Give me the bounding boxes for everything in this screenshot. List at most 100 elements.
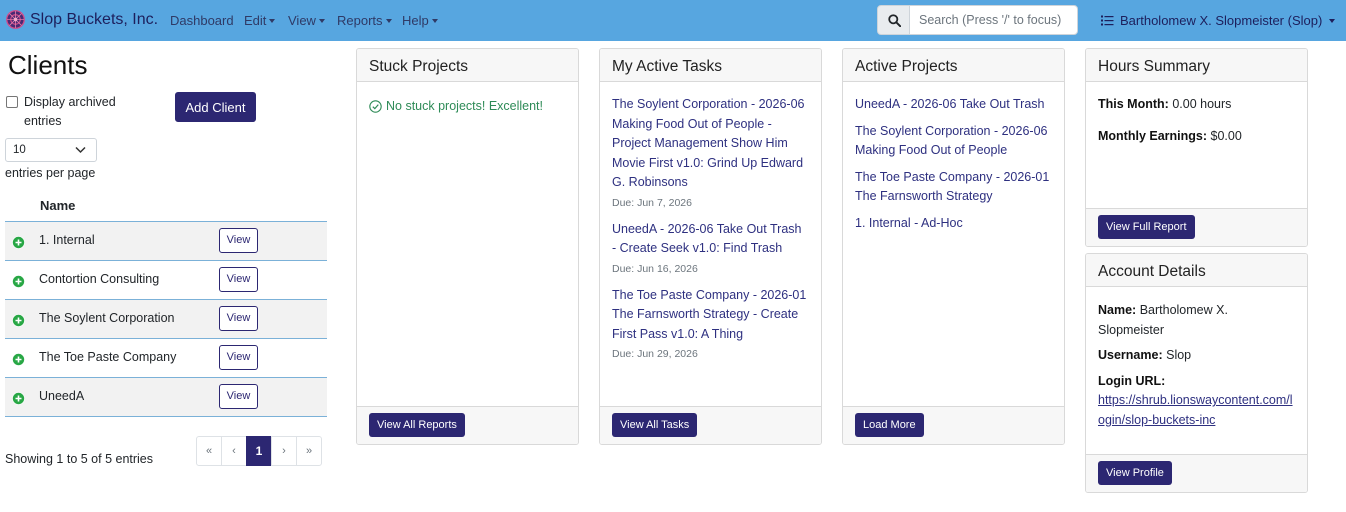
- chevron-down-icon: [75, 146, 86, 154]
- plus-circle-icon[interactable]: [12, 314, 25, 327]
- card-header: My Active Tasks: [600, 49, 821, 82]
- stuck-projects-card: Stuck Projects No stuck projects! Excell…: [356, 48, 579, 445]
- earnings-value: $0.00: [1210, 128, 1242, 143]
- page-current-button[interactable]: 1: [246, 436, 272, 466]
- check-circle-icon: [369, 99, 382, 113]
- brand-logo-icon: [6, 10, 25, 29]
- nav-reports-label: Reports: [337, 13, 383, 28]
- client-name: The Soylent Corporation: [39, 311, 175, 325]
- nav-help-menu[interactable]: Help: [402, 13, 438, 28]
- account-login-url: Login URL: https://shrub.lionswaycontent…: [1098, 372, 1295, 431]
- card-footer: Load More: [843, 406, 1064, 444]
- card-footer: View All Tasks: [600, 406, 821, 444]
- plus-circle-icon[interactable]: [12, 236, 25, 249]
- project-link[interactable]: The Toe Paste Company - 2026-01 The Farn…: [855, 168, 1052, 207]
- account-details-card: Account Details Name: Bartholomew X. Slo…: [1085, 253, 1308, 493]
- add-client-button[interactable]: Add Client: [175, 92, 256, 122]
- view-profile-button[interactable]: View Profile: [1098, 461, 1172, 485]
- user-menu[interactable]: Bartholomew X. Slopmeister (Slop): [1101, 13, 1336, 28]
- nav-edit-menu[interactable]: Edit: [244, 13, 276, 28]
- plus-circle-icon[interactable]: [12, 275, 25, 288]
- card-title: Hours Summary: [1098, 58, 1210, 75]
- task-due-date: Due: Jun 7, 2026: [612, 196, 692, 209]
- card-header: Hours Summary: [1086, 49, 1307, 82]
- table-row: The Toe Paste Company View: [5, 338, 327, 377]
- archived-label[interactable]: Display archived entries: [24, 93, 134, 131]
- this-month-hours: This Month: 0.00 hours: [1098, 95, 1295, 115]
- list-icon: [1101, 15, 1114, 26]
- nav-dashboard[interactable]: Dashboard: [170, 13, 234, 28]
- nav-view-menu[interactable]: View: [288, 13, 325, 28]
- caret-down-icon: [431, 19, 438, 23]
- name-label: Name:: [1098, 303, 1137, 317]
- username-value: Slop: [1166, 348, 1192, 362]
- task-item: The Soylent Corporation - 2026-06 Making…: [612, 95, 809, 209]
- search-button[interactable]: [877, 5, 910, 35]
- card-title: My Active Tasks: [612, 58, 722, 75]
- project-link[interactable]: UneedA - 2026-06 Take Out Trash: [855, 95, 1052, 115]
- entries-per-page-label: entries per page: [5, 166, 96, 180]
- table-row: Contortion Consulting View: [5, 260, 327, 299]
- client-name: UneedA: [39, 389, 85, 403]
- view-client-button[interactable]: View: [219, 345, 258, 370]
- task-link[interactable]: The Toe Paste Company - 2026-01 The Farn…: [612, 286, 809, 345]
- account-username: Username: Slop: [1098, 346, 1295, 366]
- clients-title: Clients: [8, 50, 88, 80]
- search-input[interactable]: [909, 5, 1078, 35]
- user-name: Bartholomew X. Slopmeister (Slop): [1120, 13, 1323, 28]
- card-title: Stuck Projects: [369, 58, 469, 75]
- nav-help-label: Help: [402, 13, 429, 28]
- search-group: [877, 5, 1078, 35]
- card-header: Stuck Projects: [357, 49, 578, 82]
- project-link[interactable]: 1. Internal - Ad-Hoc: [855, 214, 1052, 234]
- entries-per-page-select[interactable]: 10: [5, 138, 97, 162]
- page-first-button[interactable]: «: [196, 436, 222, 466]
- client-name: 1. Internal: [39, 233, 95, 247]
- task-due-date: Due: Jun 16, 2026: [612, 262, 698, 275]
- client-name: Contortion Consulting: [39, 272, 160, 286]
- brand[interactable]: Slop Buckets, Inc.: [6, 10, 158, 29]
- caret-down-icon: [385, 19, 392, 23]
- view-client-button[interactable]: View: [219, 267, 258, 292]
- card-title: Account Details: [1098, 263, 1206, 280]
- pagination: « ‹ 1 › »: [196, 436, 322, 466]
- load-more-button[interactable]: Load More: [855, 413, 924, 437]
- caret-down-icon: [269, 19, 276, 23]
- card-body: Name: Bartholomew X. Slopmeister Usernam…: [1098, 301, 1295, 442]
- view-all-tasks-button[interactable]: View All Tasks: [612, 413, 698, 437]
- account-name: Name: Bartholomew X. Slopmeister: [1098, 301, 1295, 340]
- page-next-button[interactable]: ›: [271, 436, 297, 466]
- no-stuck-text: No stuck projects! Excellent!: [386, 99, 544, 113]
- view-client-button[interactable]: View: [219, 384, 258, 409]
- table-row: The Soylent Corporation View: [5, 299, 327, 338]
- task-link[interactable]: The Soylent Corporation - 2026-06 Making…: [612, 95, 809, 193]
- table-info: Showing 1 to 5 of 5 entries: [5, 452, 154, 466]
- card-footer: View Profile: [1086, 454, 1307, 492]
- view-all-reports-button[interactable]: View All Reports: [369, 413, 465, 437]
- archived-checkbox[interactable]: [6, 96, 18, 108]
- view-client-button[interactable]: View: [219, 306, 258, 331]
- card-title: Active Projects: [855, 58, 958, 75]
- table-row: 1. Internal View: [5, 221, 327, 260]
- caret-down-icon: [1329, 18, 1336, 23]
- card-body: No stuck projects! Excellent!: [369, 99, 566, 113]
- login-url-label: Login URL:: [1098, 373, 1166, 388]
- column-header-name[interactable]: Name: [40, 198, 75, 213]
- plus-circle-icon[interactable]: [12, 392, 25, 405]
- login-url-link[interactable]: https://shrub.lionswaycontent.com/login/…: [1098, 391, 1295, 430]
- card-header: Account Details: [1086, 254, 1307, 287]
- no-stuck-message: No stuck projects! Excellent!: [369, 99, 566, 113]
- card-footer: View Full Report: [1086, 208, 1307, 246]
- page-last-button[interactable]: »: [296, 436, 322, 466]
- view-full-report-button[interactable]: View Full Report: [1098, 215, 1195, 239]
- project-link[interactable]: The Soylent Corporation - 2026-06 Making…: [855, 122, 1052, 161]
- page-prev-button[interactable]: ‹: [221, 436, 247, 466]
- brand-name: Slop Buckets, Inc.: [30, 10, 159, 28]
- view-client-button[interactable]: View: [219, 228, 258, 253]
- search-icon: [888, 14, 901, 27]
- task-link[interactable]: UneedA - 2026-06 Take Out Trash - Create…: [612, 220, 809, 259]
- plus-circle-icon[interactable]: [12, 353, 25, 366]
- this-month-label: This Month:: [1098, 97, 1169, 111]
- nav-reports-menu[interactable]: Reports: [337, 13, 392, 28]
- task-item: UneedA - 2026-06 Take Out Trash - Create…: [612, 220, 809, 275]
